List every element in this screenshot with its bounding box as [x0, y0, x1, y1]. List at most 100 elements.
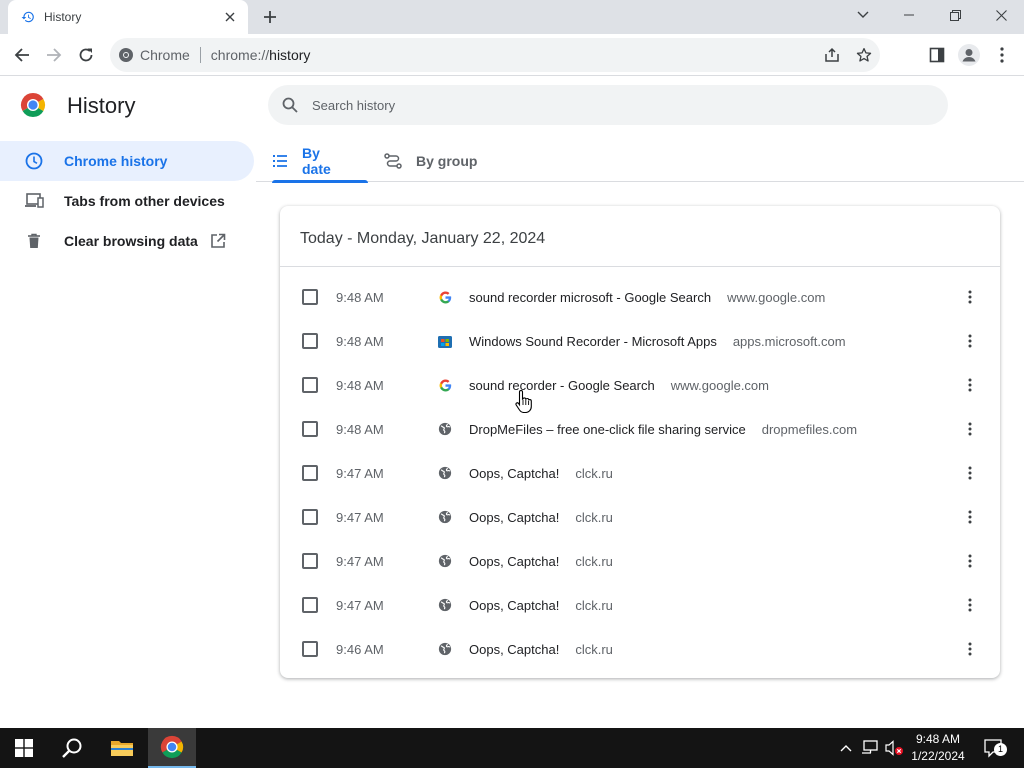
tab-by-group[interactable]: By group	[368, 140, 493, 182]
visit-time: 9:48 AM	[336, 289, 384, 305]
address-bar[interactable]: Chrome chrome://history	[110, 38, 880, 72]
chrome-taskbar-icon[interactable]	[148, 728, 196, 768]
page-domain: apps.microsoft.com	[732, 333, 846, 349]
row-checkbox[interactable]	[302, 553, 318, 569]
sidebar-item-label: Tabs from other devices	[64, 193, 225, 209]
clock-icon	[24, 151, 44, 171]
row-more-actions-icon[interactable]	[958, 373, 982, 397]
row-more-actions-icon[interactable]	[958, 461, 982, 485]
tab-search-chevron-icon[interactable]	[840, 0, 886, 30]
page-title-link[interactable]: sound recorder - Google Search	[469, 378, 655, 393]
globe-icon	[437, 597, 453, 613]
page-title: History	[67, 93, 136, 118]
search-icon	[282, 97, 298, 113]
clock-time: 9:48 AM	[915, 732, 961, 746]
visit-time: 9:48 AM	[336, 333, 384, 349]
windows-taskbar: 9:48 AM 1/22/2024 1	[0, 728, 1024, 768]
history-view-tabs: By date By group	[256, 140, 1024, 183]
row-more-actions-icon[interactable]	[958, 417, 982, 441]
tab-by-date[interactable]: By date	[256, 140, 368, 183]
bookmark-star-icon[interactable]	[848, 39, 880, 71]
row-checkbox[interactable]	[302, 377, 318, 393]
minimize-window-icon[interactable]	[886, 0, 932, 30]
row-checkbox[interactable]	[302, 641, 318, 657]
url-path: history	[269, 47, 311, 63]
row-checkbox[interactable]	[302, 597, 318, 613]
row-title-domain: sound recorder microsoft - Google Search…	[469, 290, 825, 305]
visit-time: 9:46 AM	[336, 641, 384, 657]
omnibox-site-label: Chrome	[140, 47, 190, 63]
network-icon[interactable]	[860, 738, 880, 758]
page-title-link[interactable]: Oops, Captcha!	[469, 598, 559, 613]
side-panel-icon[interactable]	[921, 39, 953, 71]
visit-time: 9:47 AM	[336, 597, 384, 613]
sidebar-item-tabs-other-devices[interactable]: Tabs from other devices	[0, 181, 254, 221]
history-row: 9:47 AM Oops, Captcha! clck.ru	[280, 583, 1000, 627]
row-more-actions-icon[interactable]	[958, 329, 982, 353]
windows-start-icon[interactable]	[0, 728, 48, 768]
restore-window-icon[interactable]	[932, 0, 978, 30]
browser-tab-history[interactable]: History	[8, 0, 248, 34]
back-arrow-icon[interactable]	[6, 39, 38, 71]
page-domain: clck.ru	[575, 641, 613, 657]
page-title-link[interactable]: Windows Sound Recorder - Microsoft Apps	[469, 334, 717, 349]
notification-center-icon[interactable]: 1	[980, 736, 1008, 760]
search-history-box[interactable]	[268, 85, 948, 125]
sidebar-item-clear-browsing-data[interactable]: Clear browsing data	[0, 221, 254, 261]
history-row: 9:47 AM Oops, Captcha! clck.ru	[280, 539, 1000, 583]
row-more-actions-icon[interactable]	[958, 285, 982, 309]
close-tab-icon[interactable]	[222, 9, 238, 25]
history-row: 9:47 AM Oops, Captcha! clck.ru	[280, 495, 1000, 539]
close-window-icon[interactable]	[978, 0, 1024, 30]
share-icon[interactable]	[816, 39, 848, 71]
taskbar-clock[interactable]: 9:48 AM 1/22/2024	[906, 731, 970, 765]
tab-strip: History	[0, 0, 1024, 34]
page-title-link[interactable]: Oops, Captcha!	[469, 642, 559, 657]
page-title-link[interactable]: DropMeFiles – free one-click file sharin…	[469, 422, 746, 437]
row-checkbox[interactable]	[302, 465, 318, 481]
row-more-actions-icon[interactable]	[958, 593, 982, 617]
volume-muted-icon[interactable]	[884, 738, 904, 758]
url-scheme: chrome://	[210, 47, 270, 63]
history-row: 9:48 AM sound recorder - Google Search www…	[280, 363, 1000, 407]
row-title-domain: DropMeFiles – free one-click file sharin…	[469, 422, 857, 437]
chrome-site-icon[interactable]	[118, 47, 134, 63]
taskbar-search-icon[interactable]	[48, 728, 96, 768]
row-checkbox[interactable]	[302, 333, 318, 349]
tab-label: By group	[416, 153, 478, 169]
page-domain: www.google.com	[727, 289, 826, 305]
visit-time: 9:48 AM	[336, 421, 384, 437]
page-title-link[interactable]: Oops, Captcha!	[469, 466, 559, 481]
row-checkbox[interactable]	[302, 289, 318, 305]
clock-date: 1/22/2024	[911, 749, 965, 763]
row-checkbox[interactable]	[302, 421, 318, 437]
page-title-link[interactable]: Oops, Captcha!	[469, 554, 559, 569]
row-title-domain: Oops, Captcha! clck.ru	[469, 598, 613, 613]
row-more-actions-icon[interactable]	[958, 505, 982, 529]
omnibox-separator	[199, 47, 201, 63]
row-more-actions-icon[interactable]	[958, 637, 982, 661]
file-explorer-icon[interactable]	[98, 728, 146, 768]
row-checkbox[interactable]	[302, 509, 318, 525]
trash-icon	[24, 231, 44, 251]
forward-arrow-icon[interactable]	[38, 39, 70, 71]
new-tab-button[interactable]	[258, 6, 282, 28]
profile-avatar-icon[interactable]	[953, 39, 985, 71]
page-title-link[interactable]: sound recorder microsoft - Google Search	[469, 290, 711, 305]
search-history-input[interactable]	[312, 97, 912, 113]
devices-icon	[24, 191, 44, 211]
globe-icon	[437, 465, 453, 481]
page-domain: clck.ru	[575, 597, 613, 613]
page-title-link[interactable]: Oops, Captcha!	[469, 510, 559, 525]
globe-icon	[437, 641, 453, 657]
history-card: Today - Monday, January 22, 2024 9:48 AM…	[280, 206, 1000, 678]
sidebar-item-chrome-history[interactable]: Chrome history	[0, 141, 254, 181]
divider	[280, 266, 1000, 267]
microsoft-store-icon	[437, 333, 453, 349]
globe-icon	[437, 553, 453, 569]
tray-chevron-up-icon[interactable]	[836, 738, 856, 758]
reload-icon[interactable]	[70, 39, 102, 71]
row-more-actions-icon[interactable]	[958, 549, 982, 573]
visit-time: 9:47 AM	[336, 553, 384, 569]
menu-kebab-icon[interactable]	[986, 39, 1018, 71]
